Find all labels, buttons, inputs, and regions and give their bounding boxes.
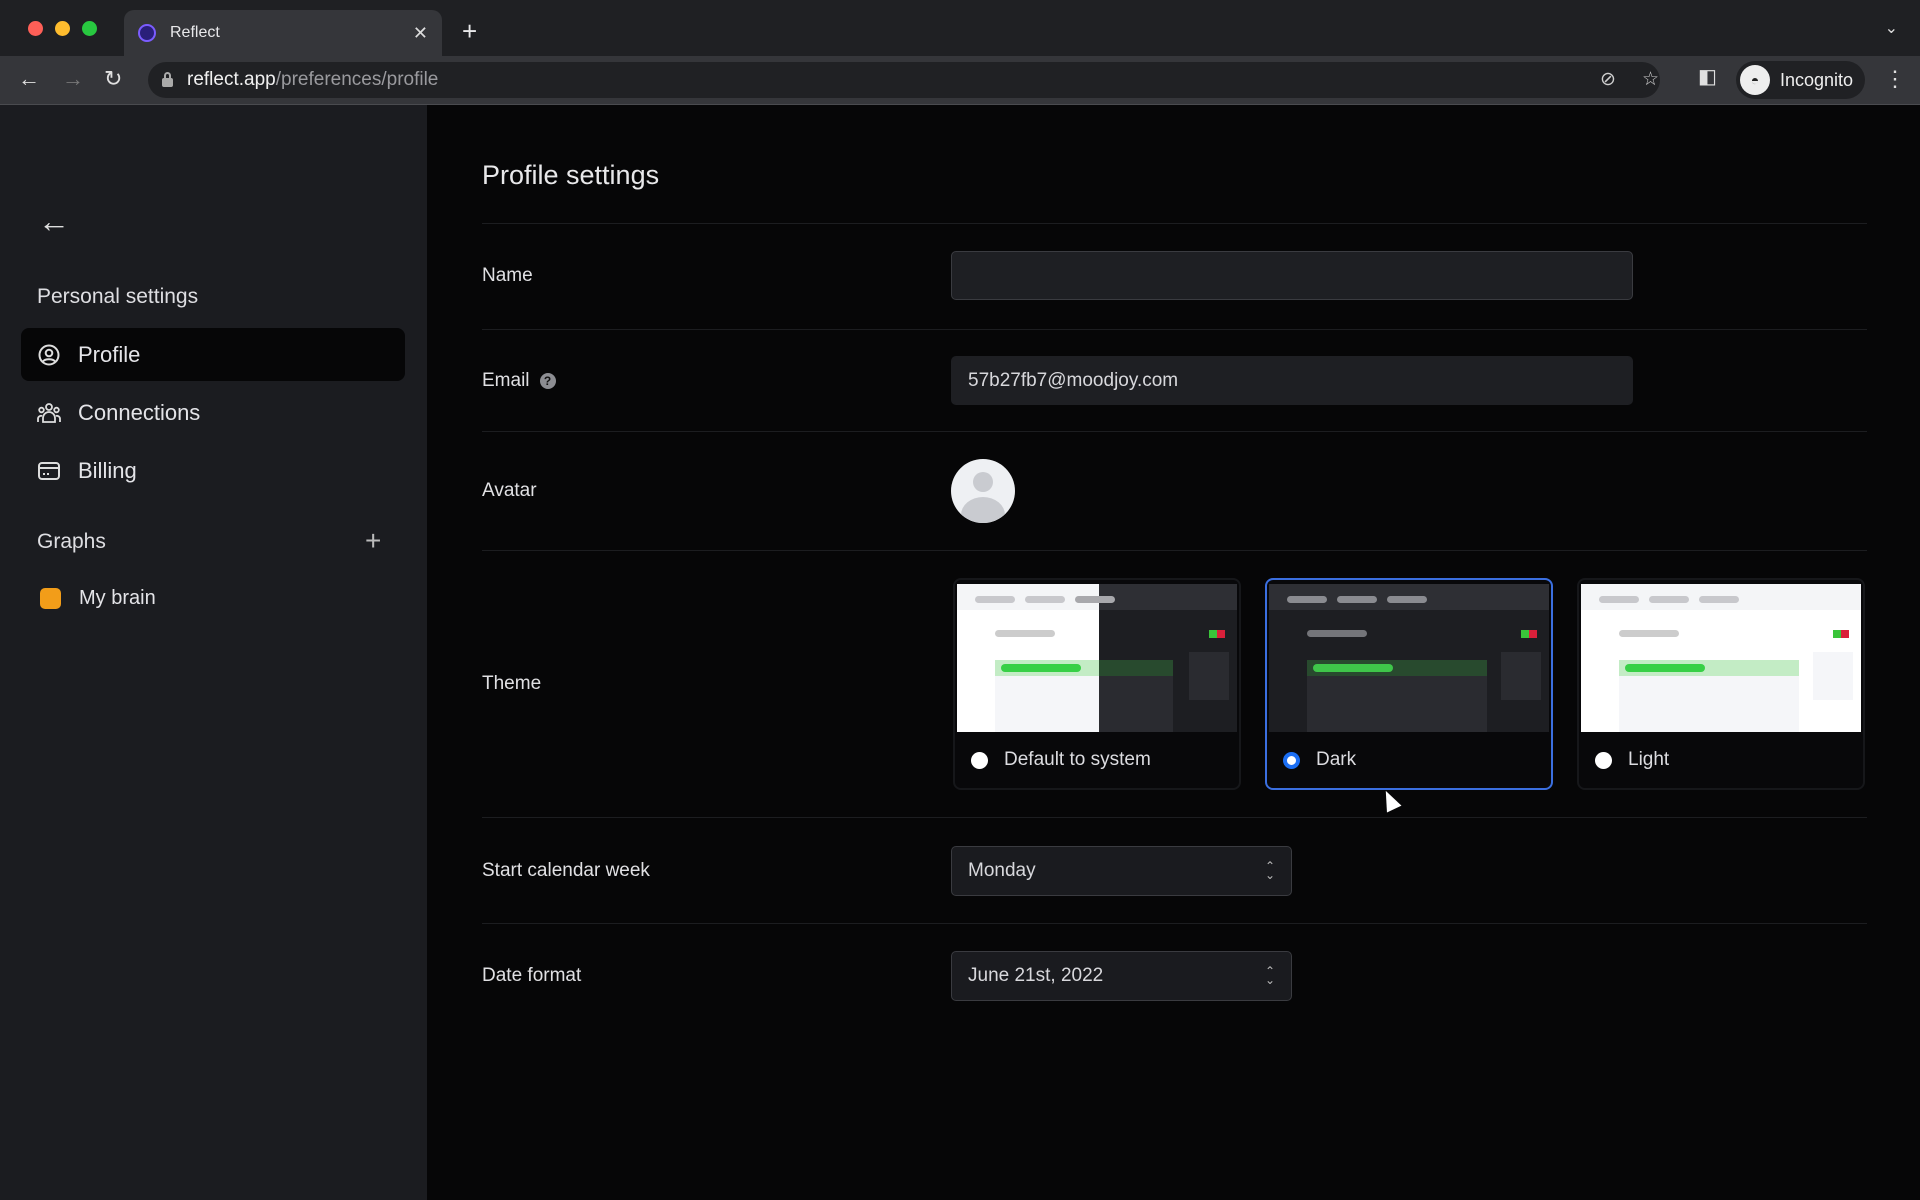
theme-option-light[interactable]: Light [1577, 578, 1865, 790]
avatar-label-text: Avatar [482, 480, 537, 501]
date-format-select[interactable]: June 21st, 2022 ⌃ ⌄ [951, 951, 1292, 1001]
theme-option-label: Light [1628, 749, 1670, 770]
incognito-icon: ◓ [1740, 65, 1770, 95]
graphs-heading: Graphs [37, 530, 106, 553]
tab-close-icon[interactable]: ✕ [413, 23, 428, 44]
url-host: reflect.app [187, 69, 276, 90]
avatar[interactable] [951, 459, 1015, 523]
select-updown-icon: ⌃ ⌄ [1264, 859, 1275, 882]
credit-card-icon [37, 459, 61, 483]
users-icon [37, 401, 61, 425]
tab-search-chevron-icon[interactable]: ⌄ [1885, 18, 1898, 38]
star-icon[interactable]: ☆ [1642, 68, 1659, 91]
sidebar-item-label: Connections [78, 399, 201, 425]
start-week-label-text: Start calendar week [482, 860, 650, 881]
side-panel-icon[interactable]: ◧ [1698, 64, 1717, 89]
sidebar-item-profile[interactable]: Profile [21, 328, 405, 381]
select-updown-icon: ⌃ ⌄ [1264, 964, 1275, 987]
theme-label: Theme [482, 673, 541, 695]
eye-off-icon[interactable]: ⊘ [1600, 68, 1616, 91]
theme-preview-light [1581, 584, 1861, 732]
url-path: /preferences/profile [275, 69, 439, 90]
reflect-favicon-icon [138, 24, 156, 42]
graph-label: My brain [79, 587, 156, 609]
back-arrow-icon[interactable]: ← [38, 203, 70, 240]
divider [482, 817, 1867, 818]
name-label: Name [482, 265, 533, 287]
profile-settings-panel: Profile settings Name Email? Avatar Them… [427, 105, 1920, 1200]
graph-item-my-brain[interactable]: My brain [40, 587, 156, 610]
theme-option-dark[interactable]: Dark [1265, 578, 1553, 790]
theme-option-label: Dark [1316, 749, 1357, 770]
start-week-select[interactable]: Monday ⌃ ⌄ [951, 846, 1292, 896]
forward-icon[interactable]: → [62, 66, 84, 92]
name-label-text: Name [482, 265, 533, 286]
divider [482, 329, 1867, 330]
back-icon[interactable]: ← [18, 66, 40, 92]
browser-tab-bar: Reflect ✕ + ⌄ [0, 0, 1920, 56]
browser-toolbar: ← → ↻ reflect.app/preferences/profile ⊘ … [0, 56, 1920, 105]
personal-settings-heading: Personal settings [37, 285, 199, 308]
close-window-button[interactable] [28, 21, 43, 36]
maximize-window-button[interactable] [82, 21, 97, 36]
page-title: Profile settings [482, 160, 660, 190]
email-label: Email? [482, 370, 556, 392]
reload-icon[interactable]: ↻ [104, 66, 122, 92]
divider [482, 223, 1867, 224]
sidebar-item-label: Billing [78, 457, 137, 483]
menu-kebab-icon[interactable]: ⋮ [1884, 66, 1906, 92]
divider [482, 550, 1867, 551]
start-week-value: Monday [968, 860, 1036, 881]
divider [482, 431, 1867, 432]
email-field[interactable] [951, 356, 1633, 405]
sidebar-item-billing[interactable]: Billing [21, 444, 405, 497]
date-format-value: June 21st, 2022 [968, 965, 1104, 986]
theme-radio-light[interactable] [1595, 751, 1612, 769]
avatar-label: Avatar [482, 480, 537, 502]
sidebar: ← Personal settings Profile Connections … [0, 105, 427, 1200]
profile-label: Incognito [1780, 69, 1854, 90]
start-week-label: Start calendar week [482, 860, 650, 882]
name-input[interactable] [951, 251, 1633, 300]
theme-radio-dark[interactable] [1283, 751, 1300, 769]
sidebar-item-label: Profile [78, 341, 141, 367]
email-label-text: Email [482, 370, 530, 391]
incognito-profile-button[interactable]: ◓ Incognito [1736, 61, 1866, 99]
help-icon[interactable]: ? [539, 373, 556, 389]
user-circle-icon [37, 343, 61, 367]
add-graph-plus-icon[interactable]: + [365, 525, 381, 557]
theme-option-system[interactable]: Default to system [953, 578, 1241, 790]
divider [482, 923, 1867, 924]
tab-title: Reflect [170, 24, 220, 41]
minimize-window-button[interactable] [55, 21, 70, 36]
address-bar[interactable]: reflect.app/preferences/profile ⊘ ☆ [148, 62, 1660, 98]
new-tab-button[interactable]: + [462, 16, 477, 47]
lock-icon [162, 71, 173, 87]
theme-option-label: Default to system [1004, 749, 1151, 770]
date-format-label: Date format [482, 965, 581, 987]
date-format-label-text: Date format [482, 965, 582, 986]
theme-label-text: Theme [482, 673, 542, 694]
theme-radio-system[interactable] [971, 751, 988, 769]
theme-preview-dark [1269, 584, 1549, 732]
browser-tab[interactable]: Reflect ✕ [124, 10, 442, 56]
sidebar-item-connections[interactable]: Connections [21, 386, 405, 439]
graph-color-swatch [40, 588, 61, 609]
theme-preview-system [957, 584, 1237, 732]
